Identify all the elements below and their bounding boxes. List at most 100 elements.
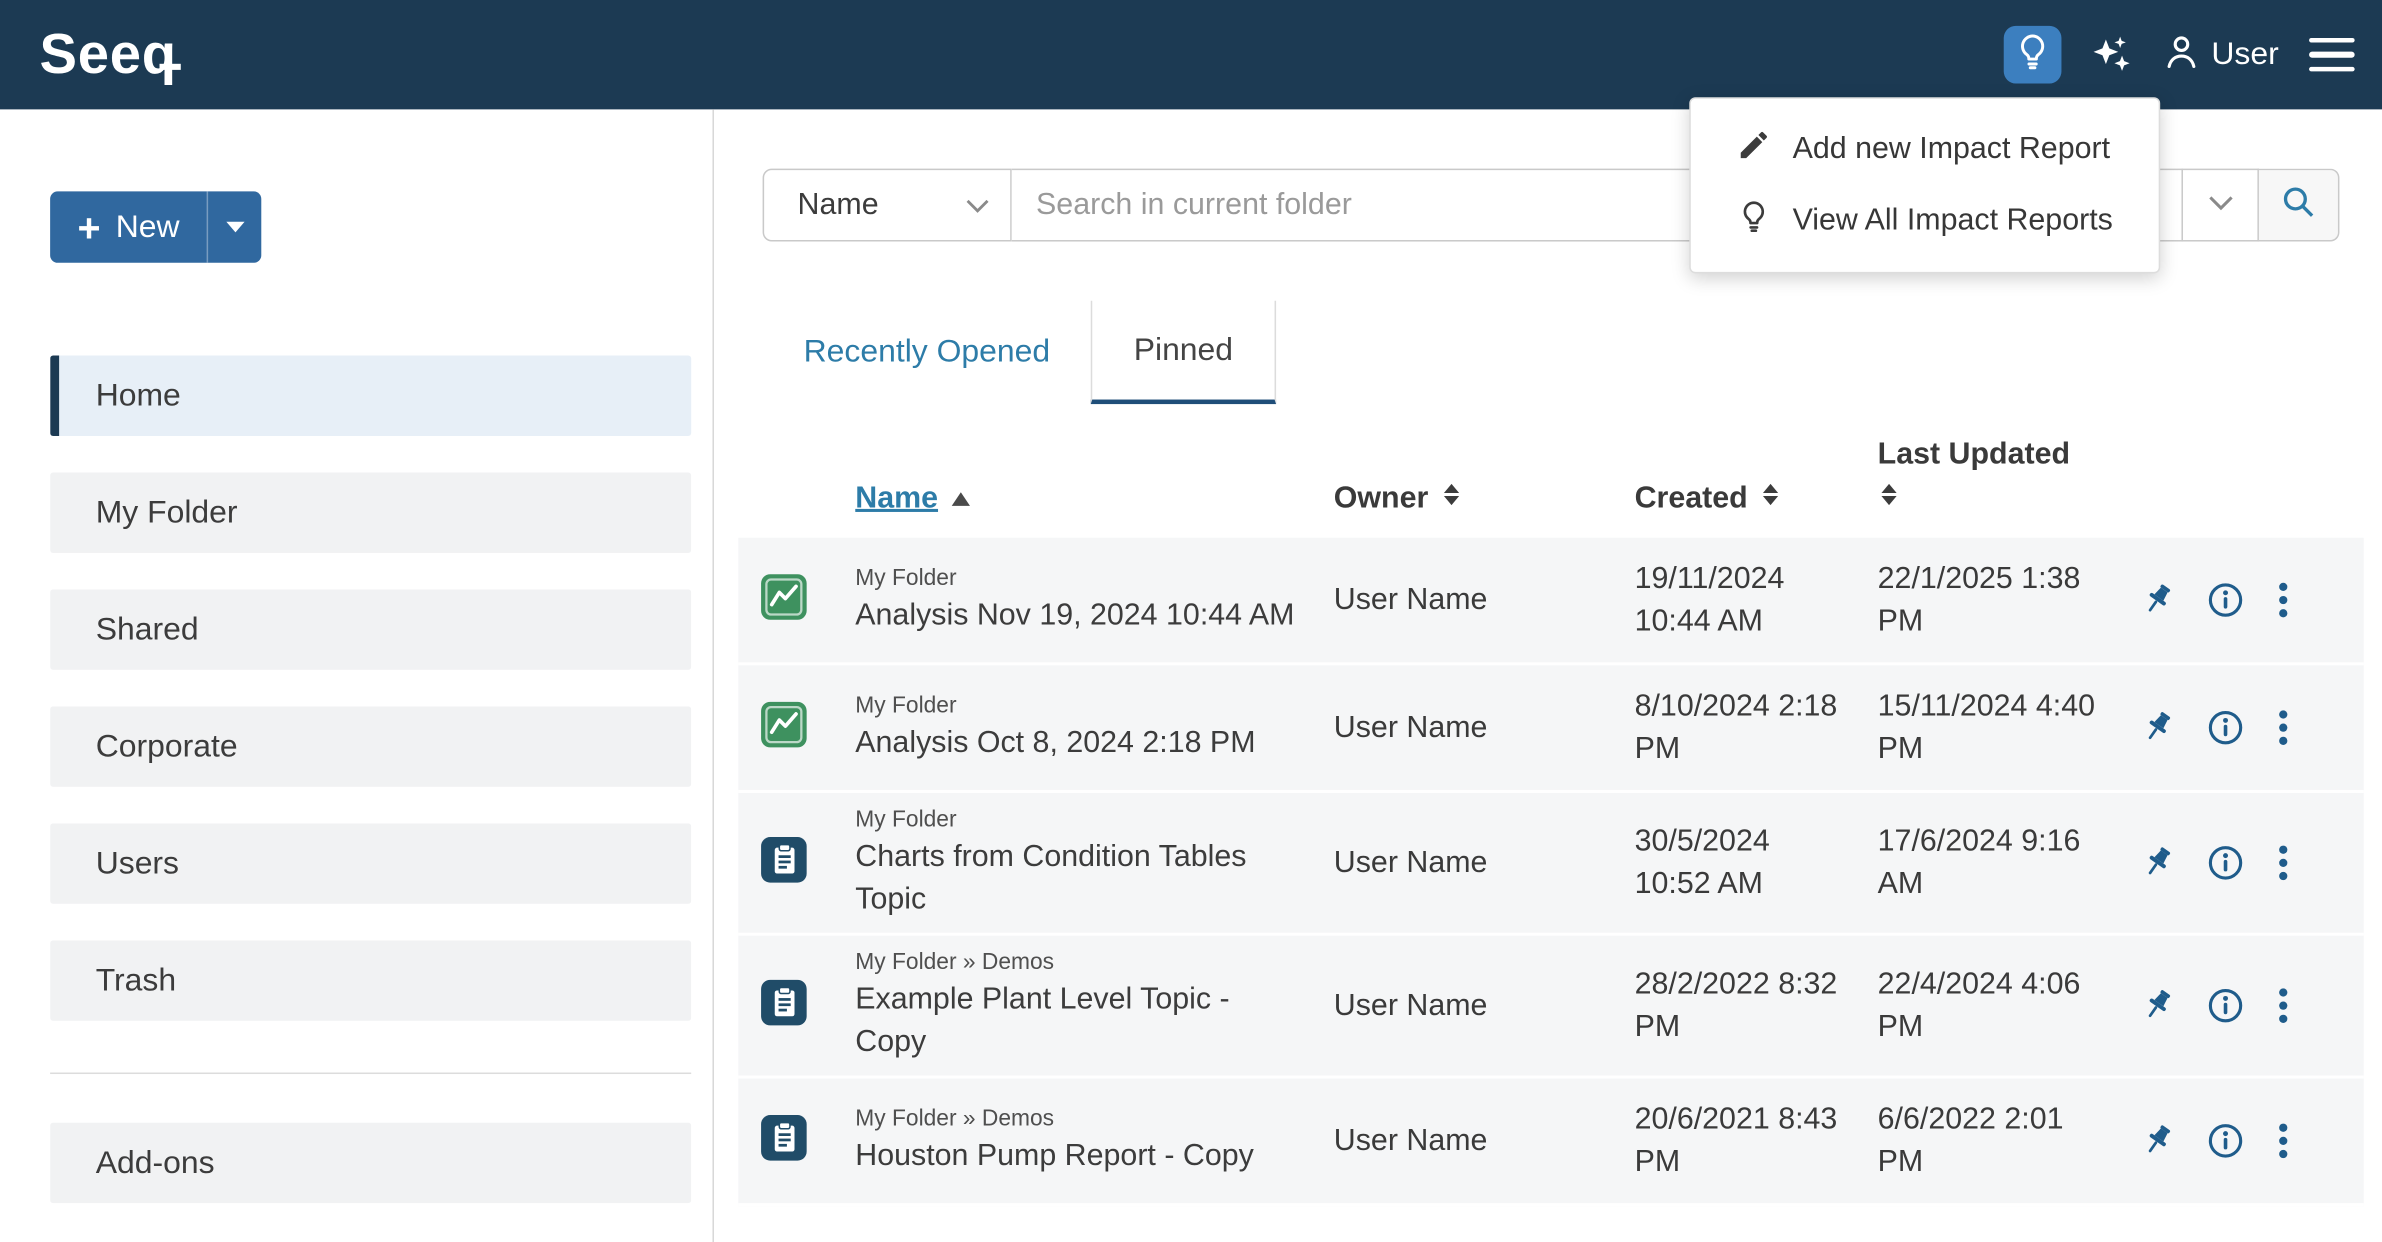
search-options-toggle-button[interactable] <box>2183 169 2259 242</box>
column-header-last-updated[interactable]: Last Updated <box>1865 438 2120 517</box>
menu-item-label: Add new Impact Report <box>1793 132 2110 167</box>
sidebar-item-label: Users <box>96 845 179 881</box>
pin-button[interactable] <box>2139 582 2175 618</box>
sidebar: + New Home My Folder Shared Corporate Us… <box>0 109 714 1242</box>
row-menu-button[interactable] <box>2276 1121 2291 1160</box>
sidebar-item-users[interactable]: Users <box>50 823 691 904</box>
menu-item-view-impact-reports[interactable]: View All Impact Reports <box>1691 185 2159 256</box>
folder-path: My Folder <box>855 564 1297 594</box>
topic-icon <box>738 1113 835 1169</box>
item-name[interactable]: Example Plant Level Topic - Copy <box>855 978 1297 1063</box>
user-menu[interactable]: User <box>2161 31 2278 78</box>
owner-cell: User Name <box>1322 1120 1623 1163</box>
caret-down-icon <box>226 222 244 233</box>
sidebar-item-add-ons[interactable]: Add-ons <box>50 1123 691 1204</box>
search-button[interactable] <box>2259 169 2340 242</box>
item-name[interactable]: Houston Pump Report - Copy <box>855 1135 1297 1178</box>
info-button[interactable] <box>2206 580 2245 619</box>
sparkles-icon[interactable] <box>2088 32 2134 78</box>
topic-icon <box>738 835 835 891</box>
navbar-actions: User <box>2003 26 2357 84</box>
tab-pinned[interactable]: Pinned <box>1091 301 1275 404</box>
item-name-cell: My Folder Analysis Oct 8, 2024 2:18 PM <box>836 691 1322 764</box>
owner-cell: User Name <box>1322 579 1623 622</box>
chevron-down-icon <box>966 188 989 223</box>
lightbulb-icon <box>1736 199 1771 243</box>
table-row[interactable]: My Folder » Demos Example Plant Level To… <box>738 936 2363 1079</box>
column-header-name[interactable]: Name <box>836 482 1322 517</box>
updated-cell: 22/4/2024 4:06 PM <box>1865 963 2120 1048</box>
pencil-icon <box>1736 128 1771 172</box>
updated-cell: 17/6/2024 9:16 AM <box>1865 820 2120 905</box>
search-field-selector[interactable]: Name <box>763 169 1012 242</box>
sort-icon <box>1878 482 2121 517</box>
plus-icon: + <box>77 207 100 246</box>
item-name-cell: My Folder » Demos Houston Pump Report - … <box>836 1104 1322 1177</box>
sidebar-item-trash[interactable]: Trash <box>50 940 691 1021</box>
app-root: Seeq User <box>0 0 2382 1242</box>
table-row[interactable]: My Folder Analysis Oct 8, 2024 2:18 PM U… <box>738 665 2363 793</box>
sidebar-item-shared[interactable]: Shared <box>50 589 691 670</box>
tab-recently-opened[interactable]: Recently Opened <box>763 301 1092 404</box>
updated-cell: 15/11/2024 4:40 PM <box>1865 685 2120 770</box>
row-actions <box>2121 986 2364 1025</box>
row-actions <box>2121 843 2364 882</box>
search-field-selector-value: Name <box>798 188 879 223</box>
sidebar-item-home[interactable]: Home <box>50 355 691 436</box>
item-name[interactable]: Charts from Condition Tables Topic <box>855 836 1297 921</box>
page-body: + New Home My Folder Shared Corporate Us… <box>0 109 2382 1242</box>
sort-icon <box>1441 482 1464 517</box>
table-row[interactable]: My Folder Charts from Condition Tables T… <box>738 793 2363 936</box>
menu-item-add-impact-report[interactable]: Add new Impact Report <box>1691 114 2159 185</box>
sidebar-item-my-folder[interactable]: My Folder <box>50 472 691 553</box>
updated-cell: 22/1/2025 1:38 PM <box>1865 558 2120 643</box>
row-menu-button[interactable] <box>2276 580 2291 619</box>
sidebar-item-label: Home <box>96 378 181 414</box>
info-button[interactable] <box>2206 986 2245 1025</box>
sidebar-item-label: Corporate <box>96 728 238 764</box>
folder-path: My Folder » Demos <box>855 948 1297 978</box>
folder-path: My Folder <box>855 691 1297 721</box>
seeq-logo[interactable]: Seeq <box>39 23 181 87</box>
owner-cell: User Name <box>1322 842 1623 885</box>
pin-button[interactable] <box>2139 845 2175 881</box>
item-name[interactable]: Analysis Oct 8, 2024 2:18 PM <box>855 722 1297 765</box>
created-cell: 30/5/2024 10:52 AM <box>1622 820 1865 905</box>
sidebar-item-label: Shared <box>96 611 199 647</box>
tab-label: Recently Opened <box>804 334 1051 370</box>
new-button-main[interactable]: + New <box>50 191 207 262</box>
column-header-created[interactable]: Created <box>1622 482 1865 517</box>
table-row[interactable]: My Folder Analysis Nov 19, 2024 10:44 AM… <box>738 538 2363 666</box>
item-name-cell: My Folder Analysis Nov 19, 2024 10:44 AM <box>836 564 1322 637</box>
folder-path: My Folder » Demos <box>855 1104 1297 1134</box>
analysis-icon <box>738 572 835 628</box>
pin-button[interactable] <box>2139 709 2175 745</box>
sidebar-item-corporate[interactable]: Corporate <box>50 706 691 787</box>
info-button[interactable] <box>2206 1121 2245 1160</box>
analysis-icon <box>738 700 835 756</box>
table-row[interactable]: My Folder » Demos Houston Pump Report - … <box>738 1079 2363 1207</box>
sidebar-nav: Home My Folder Shared Corporate Users Tr… <box>50 355 691 1020</box>
column-header-label: Owner <box>1334 482 1429 517</box>
new-button[interactable]: + New <box>50 191 261 262</box>
new-button-caret[interactable] <box>207 191 262 262</box>
row-actions <box>2121 1121 2364 1160</box>
column-header-owner[interactable]: Owner <box>1322 482 1623 517</box>
info-button[interactable] <box>2206 708 2245 747</box>
info-button[interactable] <box>2206 843 2245 882</box>
item-name[interactable]: Analysis Nov 19, 2024 10:44 AM <box>855 594 1297 637</box>
chevron-down-icon <box>2208 191 2232 218</box>
impact-reports-button[interactable] <box>2003 26 2061 84</box>
row-menu-button[interactable] <box>2276 843 2291 882</box>
results-table: Name Owner Created <box>738 410 2363 1206</box>
new-button-label: New <box>116 209 180 245</box>
hamburger-menu-icon[interactable] <box>2306 32 2358 78</box>
impact-report-menu: Add new Impact Report View All Impact Re… <box>1689 97 2160 273</box>
pin-button[interactable] <box>2139 987 2175 1023</box>
pin-button[interactable] <box>2139 1123 2175 1159</box>
row-menu-button[interactable] <box>2276 708 2291 747</box>
item-name-cell: My Folder Charts from Condition Tables T… <box>836 805 1322 920</box>
column-header-label: Created <box>1635 482 1748 517</box>
row-menu-button[interactable] <box>2276 986 2291 1025</box>
user-icon <box>2161 31 2200 78</box>
